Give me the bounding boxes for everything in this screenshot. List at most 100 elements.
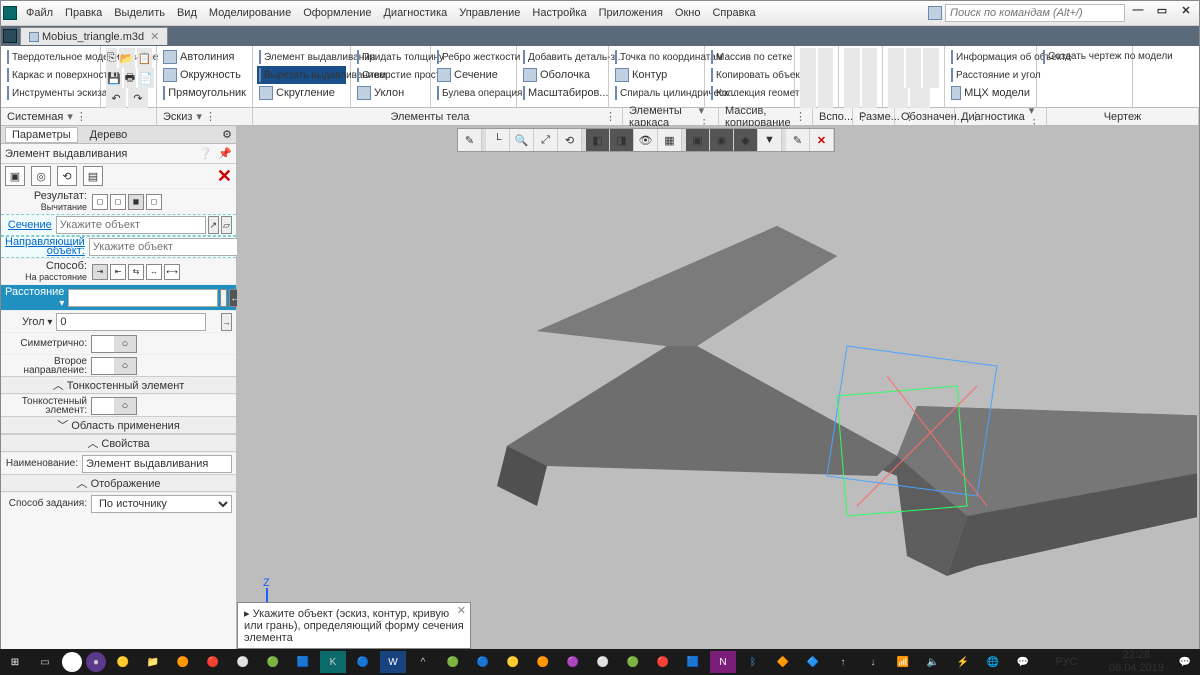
view-mode-1[interactable]: ▣	[5, 166, 25, 186]
tb-opera[interactable]: 🔴	[200, 651, 226, 673]
view-mode-2[interactable]: ◎	[31, 166, 51, 186]
menu-apps[interactable]: Приложения	[593, 5, 669, 21]
menu-manage[interactable]: Управление	[453, 5, 526, 21]
section-sketch[interactable]: ▱	[221, 216, 232, 234]
menu-window[interactable]: Окно	[669, 5, 707, 21]
status-close-icon[interactable]: ✕	[457, 604, 466, 617]
menu-diag[interactable]: Диагностика	[377, 5, 453, 21]
distance-input[interactable]	[68, 289, 218, 307]
tb-tray18[interactable]: 💬	[1010, 651, 1036, 673]
tb-tray8[interactable]: 🟢	[620, 651, 646, 673]
cat-drawing[interactable]: Чертеж	[1047, 108, 1199, 125]
rbtn-autoline[interactable]: Автолиния	[161, 48, 248, 66]
rbtn-mass[interactable]: МЦХ модели	[949, 84, 1032, 102]
cat-system[interactable]: Системная▾ ⋮	[1, 108, 157, 125]
rbtn-thicken[interactable]: Придать толщину	[355, 48, 426, 66]
rbtn-circle[interactable]: Окружность	[161, 66, 248, 84]
qbtn-copy[interactable]: ⎘	[106, 48, 117, 68]
t-b5[interactable]	[844, 88, 860, 108]
view-mode-3[interactable]: ⟲	[57, 166, 77, 186]
tb-voice[interactable]: ●	[86, 652, 106, 672]
t-c3[interactable]	[923, 48, 939, 68]
method-opt-1[interactable]: ⇥	[92, 264, 108, 280]
qbtn-props[interactable]: 📄	[138, 68, 154, 88]
cat-annot[interactable]: Обозначен...⋮	[895, 108, 955, 125]
rbtn-fillet[interactable]: Скругление	[257, 84, 346, 102]
tb-lang[interactable]: РУС	[1055, 656, 1077, 668]
menu-select[interactable]: Выделить	[108, 5, 171, 21]
rbtn-point[interactable]: Точка по координатам	[613, 48, 700, 66]
tb-tray3[interactable]: 🔵	[470, 651, 496, 673]
view-mode-4[interactable]: ▤	[83, 166, 103, 186]
tb-alice[interactable]	[62, 652, 82, 672]
t-c4[interactable]	[888, 68, 904, 88]
rbtn-cut-extrude[interactable]: Вырезать выдавливанием	[257, 66, 346, 84]
rbtn-drawing[interactable]: Создать чертеж по модели	[1041, 48, 1128, 66]
rbtn-section[interactable]: Сечение	[435, 66, 512, 84]
rbtn-collection[interactable]: Коллекция геометрии	[709, 84, 790, 102]
t-b6[interactable]	[862, 88, 878, 108]
t-c8[interactable]	[910, 88, 930, 108]
tb-tray2[interactable]: 🟢	[440, 651, 466, 673]
tb-tray15[interactable]: 📶	[890, 651, 916, 673]
tb-tray17[interactable]: 🌐	[980, 651, 1006, 673]
cat-diag[interactable]: Диагностика▾ ⋮	[955, 108, 1047, 125]
t-b4[interactable]	[862, 68, 878, 88]
rbtn-distance[interactable]: Расстояние и угол	[949, 66, 1032, 84]
rbtn-boolean[interactable]: Булева операция	[435, 84, 512, 102]
qbtn-redo[interactable]: ↷	[128, 88, 148, 108]
dispmode-select[interactable]: По источнику	[91, 495, 232, 513]
tb-time[interactable]: 22:28	[1123, 649, 1151, 661]
t-a5[interactable]	[800, 88, 816, 108]
menu-view[interactable]: Вид	[171, 5, 203, 21]
tb-start[interactable]: ⊞	[2, 651, 28, 673]
t-c1[interactable]	[888, 48, 904, 68]
cat-body[interactable]: Элементы тела⋮	[253, 108, 623, 125]
qbtn-print[interactable]: 🖶	[124, 68, 136, 88]
home-icon[interactable]	[3, 29, 17, 43]
pin-icon[interactable]: 📌	[218, 148, 232, 160]
method-opt-4[interactable]: ↔	[146, 264, 162, 280]
tb-tray16[interactable]: ⚡	[950, 651, 976, 673]
section-pick[interactable]: ↗	[208, 216, 219, 234]
rbtn-scale[interactable]: Масштабиров...	[521, 84, 604, 102]
rbtn-wireframe[interactable]: Каркас и поверхности	[5, 66, 96, 84]
rbtn-helix[interactable]: Спираль цилиндрическ...	[613, 84, 700, 102]
t-c5[interactable]	[906, 68, 922, 88]
distance-sign[interactable]: ±	[220, 289, 227, 307]
cat-dim[interactable]: Разме...⋮	[853, 108, 895, 125]
tb-tray10[interactable]: 🟦	[680, 651, 706, 673]
t-a4[interactable]	[818, 68, 834, 88]
result-opt-3[interactable]: ◼	[128, 194, 144, 210]
panel-tab-tree[interactable]: Дерево	[84, 128, 134, 142]
t-b2[interactable]	[862, 48, 878, 68]
t-b3[interactable]	[844, 68, 860, 88]
cat-sketch[interactable]: Эскиз▾ ⋮	[157, 108, 253, 125]
tb-bt[interactable]: ᛒ	[740, 651, 766, 673]
t-a1[interactable]	[800, 48, 816, 68]
command-search[interactable]	[945, 4, 1125, 22]
tb-tray9[interactable]: 🔴	[650, 651, 676, 673]
sect-thin[interactable]: ︿ Тонкостенный элемент	[1, 376, 236, 394]
rbtn-pattern[interactable]: Массив по сетке	[709, 48, 790, 66]
tab-close-icon[interactable]: ✕	[150, 30, 159, 43]
help-icon[interactable]: ❔	[199, 148, 213, 160]
rbtn-rect[interactable]: Прямоугольник	[161, 84, 248, 102]
tb-yabrowser[interactable]: 🟡	[110, 651, 136, 673]
cat-frame[interactable]: Элементы каркаса▾ ⋮	[623, 108, 719, 125]
result-opt-4[interactable]: ◻	[146, 194, 162, 210]
method-opt-2[interactable]: ⇤	[110, 264, 126, 280]
rbtn-contour[interactable]: Контур	[613, 66, 700, 84]
tb-onenote[interactable]: N	[710, 651, 736, 673]
cat-pattern[interactable]: Массив, копирование⋮	[719, 108, 813, 125]
angle-input[interactable]	[56, 313, 206, 331]
tb-tray11[interactable]: 🔶	[770, 651, 796, 673]
minimize-button[interactable]: —	[1127, 4, 1149, 22]
method-opt-5[interactable]: ⟷	[164, 264, 180, 280]
rbtn-rib[interactable]: Ребро жесткости	[435, 48, 512, 66]
rbtn-sketch-tools[interactable]: Инструменты эскиза	[5, 84, 96, 102]
rbtn-extrude[interactable]: Элемент выдавливания	[257, 48, 346, 66]
tb-torrent[interactable]: 🟢	[260, 651, 286, 673]
dir2-toggle[interactable]: ○	[91, 357, 137, 375]
qbtn-paste[interactable]: 📋	[137, 48, 153, 68]
